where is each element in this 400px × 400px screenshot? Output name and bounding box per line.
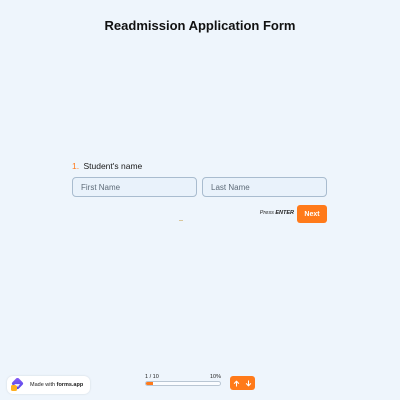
question-label: 1. Student's name <box>72 160 328 172</box>
name-inputs-row <box>72 177 328 197</box>
question-text: Student's name <box>83 161 143 171</box>
question-navigation <box>230 376 255 390</box>
last-name-input[interactable] <box>202 177 327 197</box>
question-students-name: 1. Student's name <box>72 160 328 197</box>
submit-row: Press ENTER Next <box>230 205 328 223</box>
badge-brand: forms.app <box>56 382 84 388</box>
badge-text: Made with forms.app <box>30 382 83 388</box>
loading-indicator <box>179 220 183 221</box>
press-enter-hint: Press ENTER <box>260 210 294 216</box>
first-name-input[interactable] <box>72 177 197 197</box>
press-hint-key: ENTER <box>275 210 294 216</box>
form-title: Readmission Application Form <box>104 18 296 33</box>
progress-bar-track <box>145 381 221 386</box>
progress-bar-fill <box>146 382 154 385</box>
arrow-down-icon <box>246 379 252 386</box>
press-hint-text: Press <box>259 210 274 216</box>
next-question-button[interactable] <box>243 376 256 390</box>
forms-app-logo-icon <box>11 378 24 391</box>
progress-count: 1 / 10 <box>145 374 159 380</box>
arrow-up-icon <box>233 380 239 387</box>
next-button[interactable]: Next <box>297 205 327 223</box>
question-number: 1. <box>72 161 80 171</box>
previous-question-button[interactable] <box>230 376 243 390</box>
made-with-forms-app-badge[interactable]: Made with forms.app <box>7 376 90 394</box>
badge-made-with: Made with <box>30 382 56 388</box>
progress-percent: 10% <box>209 374 221 380</box>
